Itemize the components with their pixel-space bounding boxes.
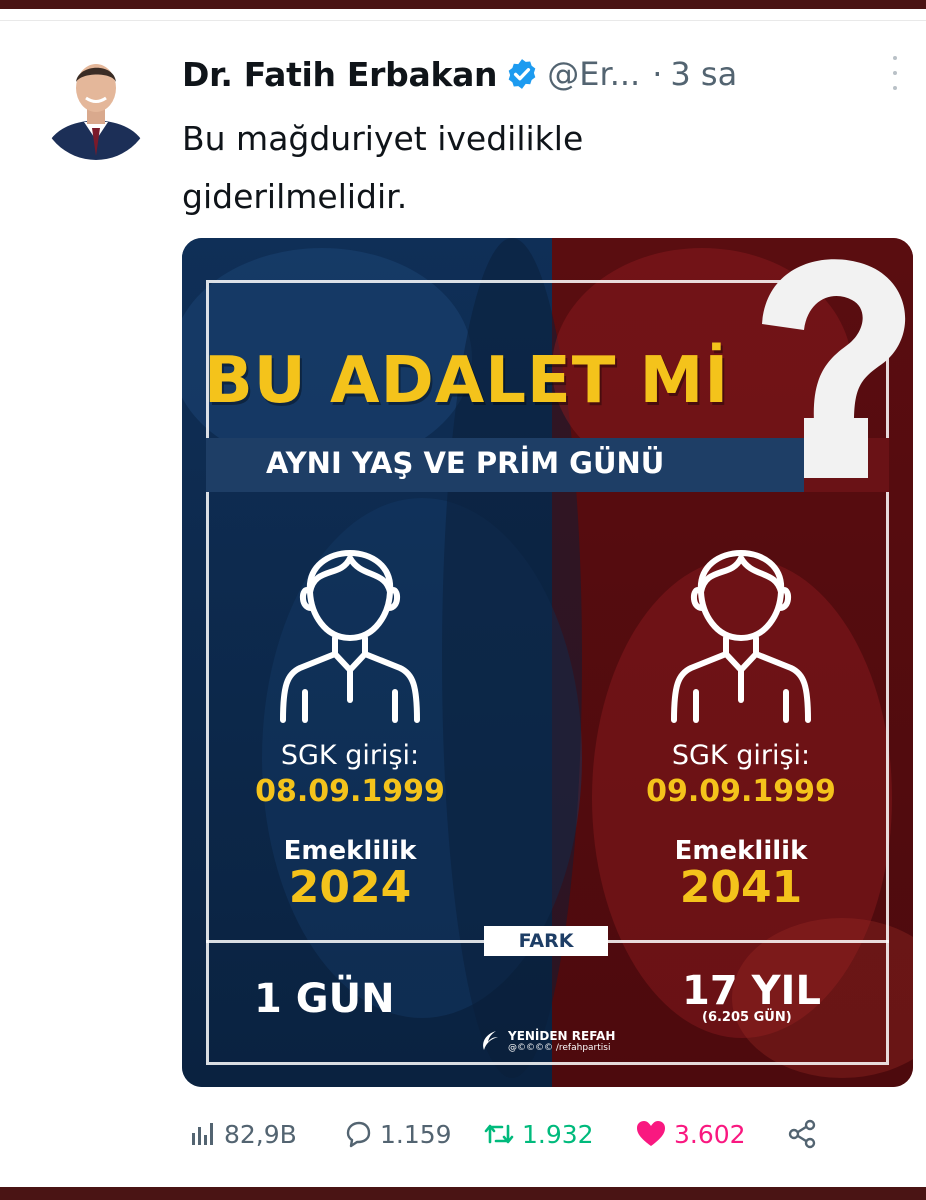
divider-line xyxy=(0,20,926,21)
retweet-button[interactable]: 1.932 xyxy=(482,1112,594,1156)
party-logo-icon xyxy=(483,1031,498,1050)
more-options-icon[interactable] xyxy=(890,56,900,90)
right-sgk-date: 09.09.1999 xyxy=(646,774,836,809)
views-chart-icon xyxy=(192,1123,213,1145)
difference-label: FARK xyxy=(484,926,608,956)
bottom-edge-bar xyxy=(0,1187,926,1200)
headline: BU ADALET Mİ xyxy=(204,344,730,418)
tweet-header: Dr. Fatih Erbakan @Er... · 3 sa xyxy=(182,52,902,96)
author-avatar[interactable] xyxy=(40,48,152,160)
party-logo-text: YENİDEN REFAH @©©©© /refahpartisi xyxy=(508,1029,615,1053)
heart-icon xyxy=(637,1121,665,1146)
author-name[interactable]: Dr. Fatih Erbakan xyxy=(182,55,498,94)
author-handle[interactable]: @Er... xyxy=(547,55,640,93)
subheadline: AYNI YAŞ VE PRİM GÜNÜ xyxy=(266,446,665,480)
right-retirement-year: 2041 xyxy=(679,862,803,913)
person-right-icon xyxy=(671,550,811,723)
question-mark-dot xyxy=(804,418,868,478)
tweet-media-image[interactable]: BU ADALET Mİ AYNI YAŞ VE PRİM GÜNÜ SGK g… xyxy=(182,238,913,1087)
reply-button[interactable]: 1.159 xyxy=(342,1112,452,1156)
reply-icon xyxy=(346,1121,371,1148)
tweet-text-line-1: Bu mağduriyet ivedilikle xyxy=(182,119,584,158)
party-social-handle: @©©©© /refahpartisi xyxy=(508,1043,611,1053)
retweet-icon xyxy=(484,1124,514,1144)
right-difference: 17 YIL xyxy=(682,968,821,1014)
tweet-text: Bu mağduriyet ivedilikle giderilmelidir. xyxy=(182,110,882,226)
person-left-icon xyxy=(280,550,420,723)
party-logo: YENİDEN REFAH @©©©© /refahpartisi xyxy=(478,1028,615,1054)
right-difference-detail: (6.205 GÜN) xyxy=(702,1010,792,1025)
like-count: 3.602 xyxy=(674,1119,746,1149)
tweet-actions: 82,9B 1.159 1.932 3.602 xyxy=(182,1112,902,1156)
share-icon xyxy=(788,1119,816,1149)
views-count: 82,9B xyxy=(224,1119,297,1149)
left-difference: 1 GÜN xyxy=(254,976,395,1022)
tweet-time[interactable]: 3 sa xyxy=(670,55,737,93)
left-sgk-label: SGK girişi: xyxy=(280,740,420,771)
right-sgk-label: SGK girişi: xyxy=(671,740,811,771)
tweet-text-line-2: giderilmelidir. xyxy=(182,177,408,216)
like-button[interactable]: 3.602 xyxy=(634,1112,746,1156)
party-name: YENİDEN REFAH xyxy=(508,1029,616,1043)
left-retirement-year: 2024 xyxy=(288,862,412,913)
avatar-image xyxy=(40,48,152,160)
retweet-count: 1.932 xyxy=(522,1119,594,1149)
top-edge-bar xyxy=(0,0,926,9)
verified-badge-icon xyxy=(508,59,536,89)
views-button[interactable]: 82,9B xyxy=(188,1112,297,1156)
reply-count: 1.159 xyxy=(380,1119,452,1149)
share-button[interactable] xyxy=(786,1112,818,1156)
separator-dot: · xyxy=(652,55,663,93)
left-sgk-date: 08.09.1999 xyxy=(255,774,445,809)
